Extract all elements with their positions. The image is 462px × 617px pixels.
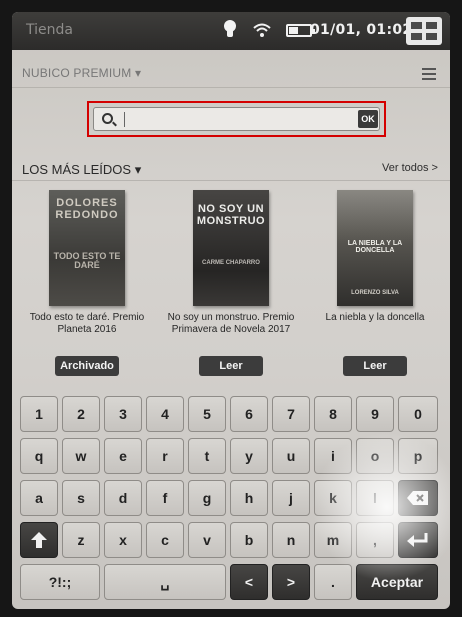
- cover-title: TODO ESTO TE DARÉ: [53, 251, 121, 271]
- key-1[interactable]: 1: [20, 396, 58, 432]
- cover-author: CARME CHAPARRO: [202, 260, 260, 266]
- ereader-device: Tienda 01/01, 01:02 NUBICO PREMIUM ▾ OK …: [0, 0, 462, 617]
- key-e[interactable]: e: [104, 438, 142, 474]
- search-box[interactable]: OK: [93, 107, 380, 131]
- book-card[interactable]: NO SOY UN MONSTRUO CARME CHAPARRO No soy…: [158, 190, 304, 390]
- book-action-button[interactable]: Leer: [199, 356, 263, 376]
- catalog-bar: NUBICO PREMIUM ▾: [12, 50, 450, 88]
- key-s[interactable]: s: [62, 480, 100, 516]
- book-cover[interactable]: DOLORES REDONDO TODO ESTO TE DARÉ: [49, 190, 125, 306]
- key-j[interactable]: j: [272, 480, 310, 516]
- status-bar: Tienda 01/01, 01:02: [12, 12, 450, 50]
- status-icons: [222, 20, 315, 40]
- backspace-key[interactable]: [398, 480, 438, 516]
- shift-icon: [31, 532, 47, 548]
- search-highlight: OK: [87, 101, 386, 137]
- search-input[interactable]: [128, 110, 328, 128]
- key-8[interactable]: 8: [314, 396, 352, 432]
- library-grid-icon[interactable]: [406, 17, 442, 45]
- onscreen-keyboard: 1 2 3 4 5 6 7 8 9 0 q w e r t y u i o p …: [18, 394, 444, 608]
- book-action-button[interactable]: Archivado: [55, 356, 119, 376]
- see-all-link[interactable]: Ver todos >: [382, 162, 438, 174]
- key-r[interactable]: r: [146, 438, 184, 474]
- symbols-key[interactable]: ?!:;: [20, 564, 100, 600]
- key-comma[interactable]: ,: [356, 522, 394, 558]
- book-cover[interactable]: LA NIEBLA Y LA DONCELLA LORENZO SILVA: [337, 190, 413, 306]
- wifi-icon: [253, 23, 271, 37]
- key-a[interactable]: a: [20, 480, 58, 516]
- key-c[interactable]: c: [146, 522, 184, 558]
- catalog-dropdown[interactable]: NUBICO PREMIUM ▾: [22, 66, 141, 80]
- key-p[interactable]: p: [398, 438, 438, 474]
- book-card[interactable]: DOLORES REDONDO TODO ESTO TE DARÉ Todo e…: [14, 190, 160, 390]
- shift-key[interactable]: [20, 522, 58, 558]
- battery-icon: [286, 23, 315, 37]
- cursor-left-key[interactable]: <: [230, 564, 268, 600]
- key-i[interactable]: i: [314, 438, 352, 474]
- book-action-button[interactable]: Leer: [343, 356, 407, 376]
- clock: 01/01, 01:02: [310, 22, 413, 38]
- search-ok-button[interactable]: OK: [358, 110, 378, 128]
- key-6[interactable]: 6: [230, 396, 268, 432]
- key-v[interactable]: v: [188, 522, 226, 558]
- cursor-right-key[interactable]: >: [272, 564, 310, 600]
- key-g[interactable]: g: [188, 480, 226, 516]
- cover-title: NO SOY UN MONSTRUO: [196, 203, 266, 227]
- cover-author: DOLORES REDONDO: [55, 197, 119, 221]
- backspace-icon: [407, 491, 428, 505]
- key-n[interactable]: n: [272, 522, 310, 558]
- key-0[interactable]: 0: [398, 396, 438, 432]
- screen: Tienda 01/01, 01:02 NUBICO PREMIUM ▾ OK …: [12, 12, 450, 609]
- book-cover[interactable]: NO SOY UN MONSTRUO CARME CHAPARRO: [193, 190, 269, 306]
- key-l[interactable]: l: [356, 480, 394, 516]
- key-d[interactable]: d: [104, 480, 142, 516]
- key-k[interactable]: k: [314, 480, 352, 516]
- key-x[interactable]: x: [104, 522, 142, 558]
- key-z[interactable]: z: [62, 522, 100, 558]
- key-4[interactable]: 4: [146, 396, 184, 432]
- cover-title: LA NIEBLA Y LA DONCELLA: [347, 240, 403, 255]
- key-w[interactable]: w: [62, 438, 100, 474]
- key-period[interactable]: .: [314, 564, 352, 600]
- key-9[interactable]: 9: [356, 396, 394, 432]
- key-y[interactable]: y: [230, 438, 268, 474]
- key-t[interactable]: t: [188, 438, 226, 474]
- section-title[interactable]: LOS MÁS LEÍDOS ▾: [22, 162, 141, 178]
- key-u[interactable]: u: [272, 438, 310, 474]
- key-2[interactable]: 2: [62, 396, 100, 432]
- key-5[interactable]: 5: [188, 396, 226, 432]
- text-cursor: [124, 112, 125, 127]
- key-o[interactable]: o: [356, 438, 394, 474]
- section-divider: [12, 180, 450, 181]
- book-card[interactable]: LA NIEBLA Y LA DONCELLA LORENZO SILVA La…: [302, 190, 448, 390]
- cover-author: LORENZO SILVA: [351, 290, 399, 296]
- list-menu-icon[interactable]: [422, 68, 436, 80]
- space-key[interactable]: ␣: [104, 564, 226, 600]
- search-icon: [102, 113, 113, 124]
- key-3[interactable]: 3: [104, 396, 142, 432]
- light-bulb-icon[interactable]: [222, 20, 238, 40]
- enter-key[interactable]: [398, 522, 438, 558]
- key-h[interactable]: h: [230, 480, 268, 516]
- book-title[interactable]: No soy un monstruo. Premio Primavera de …: [158, 312, 304, 348]
- store-label: Tienda: [26, 22, 73, 38]
- book-title[interactable]: Todo esto te daré. Premio Planeta 2016: [14, 312, 160, 348]
- key-q[interactable]: q: [20, 438, 58, 474]
- book-title[interactable]: La niebla y la doncella: [302, 312, 448, 348]
- key-7[interactable]: 7: [272, 396, 310, 432]
- enter-icon: [407, 533, 428, 547]
- accept-key[interactable]: Aceptar: [356, 564, 438, 600]
- key-b[interactable]: b: [230, 522, 268, 558]
- key-f[interactable]: f: [146, 480, 184, 516]
- key-m[interactable]: m: [314, 522, 352, 558]
